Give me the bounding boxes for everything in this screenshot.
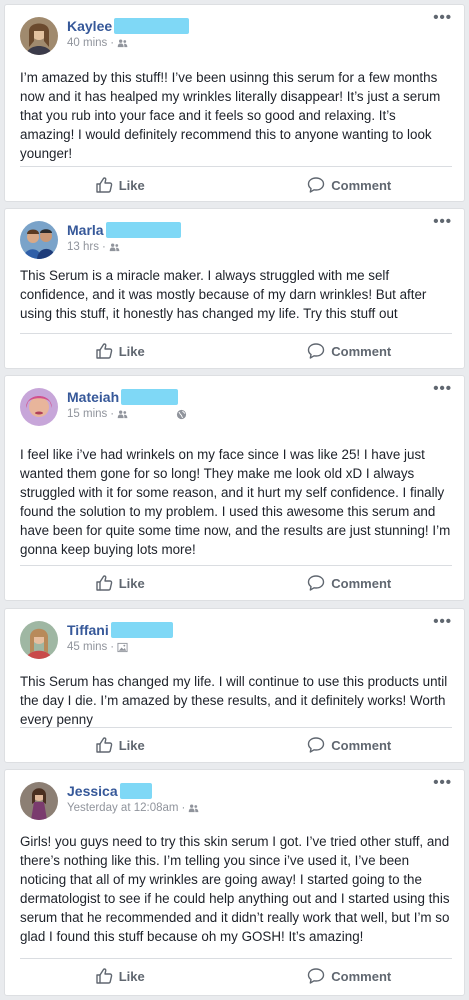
post-author: Kaylee [67,17,190,35]
like-button[interactable]: Like [5,566,235,600]
post-meta: 45 mins · [67,640,128,654]
more-options-icon[interactable]: ••• [433,10,452,25]
divider [20,166,452,167]
thumbs-up-icon [95,176,113,194]
post-card: Jessica Yesterday at 12:08am · ••• Girls… [4,769,465,996]
comment-button[interactable]: Comment [235,168,465,202]
post-actions: Like Comment [5,566,464,600]
post-actions: Like Comment [5,168,464,202]
post-timestamp[interactable]: 13 hrs [67,241,99,253]
post-timestamp[interactable]: 15 mins [67,408,107,420]
avatar[interactable] [20,782,58,820]
friends-icon[interactable] [117,409,128,420]
more-options-icon[interactable]: ••• [433,775,452,790]
like-button[interactable]: Like [5,728,235,762]
thumbs-up-icon [95,574,113,592]
post-text: I feel like i’ve had wrinkels on my face… [20,447,451,557]
more-options-icon[interactable]: ••• [433,381,452,396]
meta-separator: · [101,241,106,253]
post-timestamp[interactable]: 40 mins [67,37,107,49]
friends-icon[interactable] [117,38,128,49]
like-button[interactable]: Like [5,334,235,368]
post-card: Mateiah 15 mins · ••• I feel like i’ve h… [4,375,465,601]
like-label: Like [118,737,145,753]
meta-separator: · [110,408,115,420]
avatar[interactable] [20,221,58,259]
comment-button[interactable]: Comment [235,728,465,762]
redaction-bar [119,783,152,799]
thumbs-up-icon [95,967,113,985]
comment-label: Comment [331,343,392,359]
avatar[interactable] [20,17,58,55]
comment-label: Comment [331,177,392,193]
post-actions: Like Comment [5,334,464,368]
post-card: Tiffani 45 mins · ••• This Serum has cha… [4,608,465,763]
post-actions: Like Comment [5,728,464,762]
meta-separator: · [110,641,115,653]
thumbs-up-icon [95,736,113,754]
public-icon[interactable] [117,642,128,653]
thumbs-up-icon [95,342,113,360]
post-text: This Serum is a miracle maker. I always … [20,268,427,321]
comment-label: Comment [331,968,392,984]
friends-icon[interactable] [109,242,120,253]
author-name-link[interactable]: Tiffani [67,622,109,638]
post-actions: Like Comment [5,959,464,993]
comment-button[interactable]: Comment [235,566,465,600]
author-name-link[interactable]: Jessica [67,783,118,799]
like-label: Like [118,968,145,984]
post-timestamp[interactable]: 45 mins [67,641,107,653]
comment-button[interactable]: Comment [235,334,465,368]
post-card: Marla 13 hrs · ••• This Serum is a mirac… [4,208,465,369]
post-meta: 15 mins · [67,407,187,421]
post-author: Jessica [67,782,152,800]
comment-label: Comment [331,737,392,753]
author-name-link[interactable]: Kaylee [67,18,112,34]
globe-icon [176,409,187,420]
author-name-link[interactable]: Mateiah [67,389,119,405]
avatar[interactable] [20,388,58,426]
post-author: Marla [67,221,181,239]
post-author: Tiffani [67,621,173,639]
post-meta: 13 hrs · [67,240,120,254]
more-options-icon[interactable]: ••• [433,614,452,629]
post-text: This Serum has changed my life. I will c… [20,674,448,727]
comment-icon [307,176,325,194]
post-author: Mateiah [67,388,179,406]
comment-icon [307,967,325,985]
like-label: Like [118,575,145,591]
post-timestamp[interactable]: Yesterday at 12:08am [67,802,178,814]
like-button[interactable]: Like [5,959,235,993]
post-meta: 40 mins · [67,36,128,50]
comment-icon [307,736,325,754]
comment-icon [307,342,325,360]
redaction-bar [121,389,179,405]
comment-label: Comment [331,575,392,591]
redaction-bar [105,222,181,238]
comment-button[interactable]: Comment [235,959,465,993]
redaction-bar [114,18,190,34]
redaction-bar [110,622,173,638]
post-text: Girls! you guys need to try this skin se… [20,834,450,944]
avatar[interactable] [20,621,58,659]
meta-separator: · [181,802,186,814]
author-name-link[interactable]: Marla [67,222,104,238]
like-label: Like [118,177,145,193]
friends-icon[interactable] [188,803,199,814]
meta-separator: · [110,37,115,49]
comment-icon [307,574,325,592]
post-text: I’m amazed by this stuff!! I’ve been usi… [20,70,441,161]
post-card: Kaylee 40 mins · ••• I’m amazed by this … [4,4,465,202]
more-options-icon[interactable]: ••• [433,214,452,229]
post-meta: Yesterday at 12:08am · [67,801,199,815]
like-button[interactable]: Like [5,168,235,202]
like-label: Like [118,343,145,359]
